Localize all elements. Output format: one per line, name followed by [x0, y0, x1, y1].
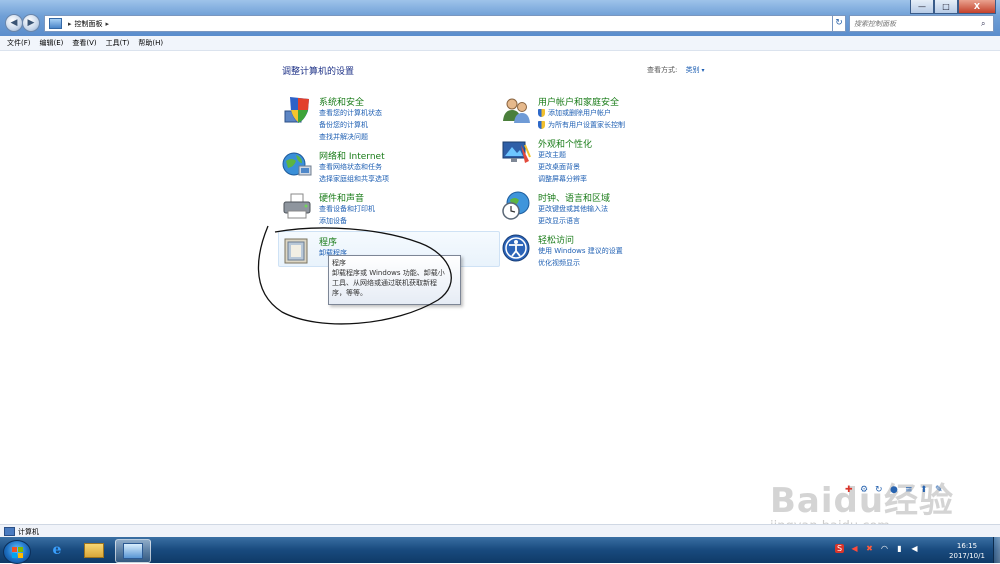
uac-shield-icon	[538, 109, 545, 117]
signal-icon[interactable]: ▮	[895, 544, 904, 553]
search-box[interactable]: ⌕	[849, 15, 994, 32]
address-bar[interactable]: ▸ 控制面板 ▸ ▼	[44, 15, 842, 32]
link-backup-computer[interactable]: 备份您的计算机	[319, 120, 368, 130]
forward-button[interactable]: ▶	[22, 14, 40, 32]
link-optimize-display[interactable]: 优化视频显示	[538, 258, 580, 268]
network-globe-icon	[282, 152, 312, 176]
view-by: 查看方式: 类别	[647, 65, 705, 75]
status-text: 计算机	[18, 527, 39, 536]
breadcrumb-control-panel[interactable]: 控制面板	[75, 19, 103, 29]
breadcrumb-chevron-icon[interactable]: ▸	[106, 20, 110, 28]
category-title-ease-of-access[interactable]: 轻松访问	[538, 233, 574, 246]
link-homegroup-sharing[interactable]: 选择家庭组和共享选项	[319, 174, 389, 184]
clock-globe-icon	[502, 191, 530, 220]
search-icon[interactable]: ⌕	[981, 19, 993, 29]
volume-icon[interactable]: ◀	[910, 544, 919, 553]
link-network-status[interactable]: 查看网络状态和任务	[319, 162, 382, 172]
link-change-display-language[interactable]: 更改显示语言	[538, 216, 580, 226]
menu-tools[interactable]: 工具(T)	[106, 38, 130, 48]
back-arrow-icon: ◀	[10, 18, 18, 28]
breadcrumb-separator-icon[interactable]: ▸	[68, 20, 72, 28]
taskbar-file-explorer[interactable]	[77, 539, 111, 561]
computer-icon	[4, 527, 15, 536]
taskbar-control-panel[interactable]	[115, 539, 151, 563]
internet-explorer-icon: e	[52, 542, 62, 558]
hand-drawn-circle-annotation	[257, 225, 452, 325]
control-panel-icon	[49, 18, 62, 29]
watermark-logo: Baidu经验	[770, 481, 955, 521]
programs-tooltip: 程序 卸载程序或 Windows 功能、卸载小 工具、从网络或通过联机获取新程 …	[328, 255, 461, 305]
clock-time: 16:15	[956, 542, 978, 550]
category-title-clock-region[interactable]: 时钟、语言和区域	[538, 191, 610, 204]
antivirus-icon[interactable]: S	[835, 544, 844, 553]
wifi-icon[interactable]: ◠	[880, 544, 889, 553]
category-title-system-security[interactable]: 系统和安全	[319, 95, 364, 108]
tooltip-line: 卸载程序或 Windows 功能、卸载小	[332, 269, 445, 277]
clock-date: 2017/10/1	[949, 552, 985, 560]
view-by-label: 查看方式:	[647, 66, 678, 74]
link-change-keyboard[interactable]: 更改键盘或其他输入法	[538, 204, 608, 214]
link-troubleshoot[interactable]: 查找并解决问题	[319, 132, 368, 142]
show-desktop-button[interactable]	[993, 537, 1000, 563]
users-icon	[503, 98, 530, 123]
floating-toolbar: ✚ ⚙ ↻ ● ≡ ⬆ ✎	[845, 486, 944, 495]
maximize-button[interactable]: □	[934, 0, 958, 14]
category-title-hardware-sound[interactable]: 硬件和声音	[319, 191, 364, 204]
tooltip-title: 程序	[332, 259, 346, 267]
link-change-background[interactable]: 更改桌面背景	[538, 162, 580, 172]
window-controls: — □ X	[910, 0, 996, 15]
link-adjust-resolution[interactable]: 调整屏幕分辨率	[538, 174, 587, 184]
link-parental-controls[interactable]: 为所有用户设置家长控制	[548, 120, 625, 130]
minimize-button[interactable]: —	[910, 0, 934, 14]
programs-box-icon	[284, 238, 308, 264]
arrow-up-icon[interactable]: ⬆	[920, 486, 929, 495]
link-change-theme[interactable]: 更改主题	[538, 150, 566, 160]
category-title-appearance[interactable]: 外观和个性化	[538, 137, 592, 150]
tooltip-line: 工具、从网络或通过联机获取新程	[332, 279, 437, 287]
forward-arrow-icon: ▶	[27, 18, 35, 28]
refresh-icon: ↻	[835, 18, 843, 28]
close-button[interactable]: X	[958, 0, 996, 14]
uac-shield-icon	[538, 121, 545, 129]
page-title: 调整计算机的设置	[282, 67, 355, 77]
link-recommended-settings[interactable]: 使用 Windows 建议的设置	[538, 246, 623, 256]
list-icon[interactable]: ≡	[905, 486, 914, 495]
printer-icon	[283, 193, 311, 219]
refresh-button[interactable]: ↻	[832, 15, 846, 32]
error-icon[interactable]: ✖	[865, 544, 874, 553]
taskbar-clock[interactable]: 16:15 2017/10/1	[944, 541, 990, 561]
menu-file[interactable]: 文件(F)	[7, 38, 31, 48]
menu-help[interactable]: 帮助(H)	[138, 38, 163, 48]
category-title-programs[interactable]: 程序	[319, 235, 337, 248]
menu-view[interactable]: 查看(V)	[72, 38, 96, 48]
file-explorer-icon	[84, 542, 104, 558]
status-bar: 计算机	[0, 524, 1000, 538]
appearance-monitor-icon	[502, 141, 531, 163]
link-view-computer-status[interactable]: 查看您的计算机状态	[319, 108, 382, 118]
taskbar-internet-explorer[interactable]: e	[40, 539, 74, 561]
view-by-dropdown[interactable]: 类别	[686, 66, 705, 74]
gear-icon[interactable]: ⚙	[860, 486, 869, 495]
link-add-device[interactable]: 添加设备	[319, 216, 347, 226]
tooltip-line: 序，等等。	[332, 289, 367, 297]
system-tray: S ◀ ✖ ◠ ▮ ◀	[835, 544, 919, 553]
menu-edit[interactable]: 编辑(E)	[40, 38, 64, 48]
control-panel-icon	[123, 543, 143, 559]
link-devices-printers[interactable]: 查看设备和打印机	[319, 204, 375, 214]
search-input[interactable]	[850, 18, 981, 29]
ease-of-access-icon	[502, 234, 530, 262]
category-title-network-internet[interactable]: 网络和 Internet	[319, 149, 385, 162]
wrench-icon[interactable]: ✎	[935, 486, 944, 495]
mic-icon[interactable]: ●	[890, 486, 899, 495]
link-add-remove-accounts[interactable]: 添加或删除用户帐户	[548, 108, 611, 118]
shield-computer-icon	[284, 97, 309, 123]
alert-flag-icon[interactable]: ◀	[850, 544, 859, 553]
start-button[interactable]	[3, 540, 31, 564]
red-cross-icon[interactable]: ✚	[845, 486, 854, 495]
refresh-icon[interactable]: ↻	[875, 486, 884, 495]
category-title-user-accounts[interactable]: 用户帐户和家庭安全	[538, 95, 619, 108]
back-button[interactable]: ◀	[5, 14, 23, 32]
menu-bar: 文件(F) 编辑(E) 查看(V) 工具(T) 帮助(H)	[0, 36, 1000, 51]
windows-logo-icon	[11, 546, 23, 558]
